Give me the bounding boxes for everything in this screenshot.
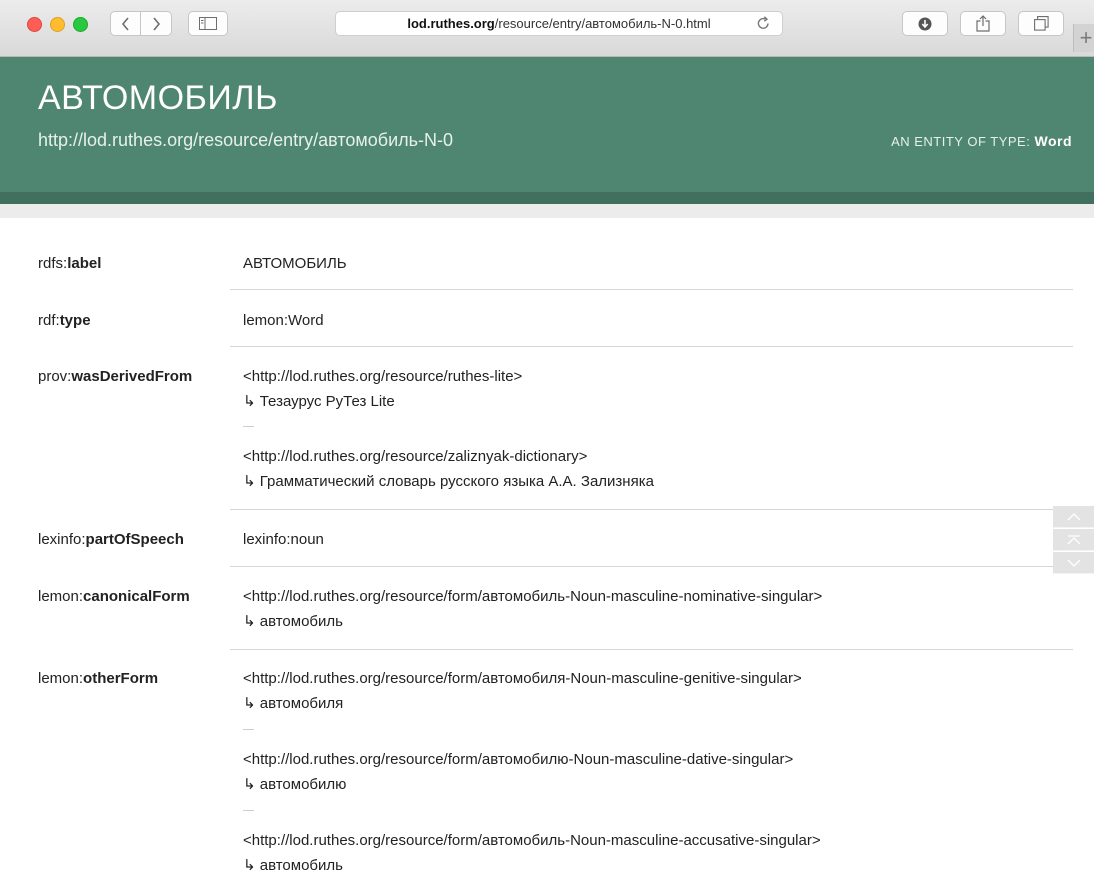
zoom-window-button[interactable] <box>73 17 88 32</box>
forward-button[interactable] <box>141 11 172 36</box>
url-host: lod.ruthes.org <box>407 16 495 31</box>
predicate-part-of-speech[interactable]: lexinfo:partOfSpeech <box>38 530 184 550</box>
scroll-top-button[interactable] <box>1053 529 1094 551</box>
value-canonical-form: <http://lod.ruthes.org/resource/form/авт… <box>243 587 1073 632</box>
value-separator <box>243 426 254 427</box>
sidebar-button[interactable] <box>188 11 228 36</box>
entity-type-prefix: AN ENTITY OF TYPE: <box>891 134 1031 149</box>
row-divider <box>230 566 1073 567</box>
address-bar[interactable]: lod.ruthes.org/resource/entry/автомобиль… <box>335 11 783 36</box>
entity-uri[interactable]: http://lod.ruthes.org/resource/entry/авт… <box>38 129 453 151</box>
tab-overview-button[interactable] <box>1018 11 1064 36</box>
value-link[interactable]: <http://lod.ruthes.org/resource/ruthes-l… <box>243 368 522 385</box>
row-divider <box>230 346 1073 347</box>
share-icon <box>976 15 990 32</box>
value-was-derived-from-1: <http://lod.ruthes.org/resource/ruthes-l… <box>243 367 1073 412</box>
value-label: ↳ автомобиля <box>243 695 344 712</box>
url-path: /resource/entry/автомобиль-N-0.html <box>494 16 711 31</box>
header-divider <box>0 192 1094 204</box>
scroll-up-button[interactable] <box>1053 506 1094 528</box>
scroll-to-top-icon <box>1067 534 1080 544</box>
value-other-form-1: <http://lod.ruthes.org/resource/form/авт… <box>243 669 1073 714</box>
chevron-right-icon <box>153 16 161 31</box>
value-link[interactable]: <http://lod.ruthes.org/resource/form/авт… <box>243 832 821 849</box>
close-window-button[interactable] <box>27 17 42 32</box>
value-other-form-2: <http://lod.ruthes.org/resource/form/авт… <box>243 750 1073 795</box>
new-tab-button[interactable]: + <box>1073 24 1094 52</box>
value-link[interactable]: <http://lod.ruthes.org/resource/form/авт… <box>243 751 793 768</box>
value-was-derived-from-2: <http://lod.ruthes.org/resource/zaliznya… <box>243 447 1073 492</box>
scroll-down-button[interactable] <box>1053 552 1094 574</box>
row-divider <box>230 509 1073 510</box>
value-label: АВТОМОБИЛЬ <box>243 255 347 272</box>
value-link[interactable]: lemon:Word <box>243 312 324 329</box>
minimize-window-button[interactable] <box>50 17 65 32</box>
value-link[interactable]: <http://lod.ruthes.org/resource/form/авт… <box>243 670 802 687</box>
entity-type: AN ENTITY OF TYPE: Word <box>891 132 1072 151</box>
download-icon <box>918 17 932 30</box>
chevron-up-icon <box>1067 512 1080 520</box>
value-label: ↳ автомобилю <box>243 776 347 793</box>
value-type: lemon:Word <box>243 311 1073 331</box>
value-link[interactable]: <http://lod.ruthes.org/resource/zaliznya… <box>243 448 587 465</box>
value-link[interactable]: <http://lod.ruthes.org/resource/form/авт… <box>243 588 822 605</box>
predicate-canonical-form[interactable]: lemon:canonicalForm <box>38 587 190 607</box>
value-part-of-speech: lexinfo:noun <box>243 530 1073 550</box>
entity-type-value[interactable]: Word <box>1034 133 1072 149</box>
value-link[interactable]: lexinfo:noun <box>243 531 324 548</box>
value-label: ↳ автомобиль <box>243 857 343 874</box>
back-button[interactable] <box>110 11 141 36</box>
row-divider <box>230 649 1073 650</box>
value-label: ↳ Грамматический словарь русского языка … <box>243 473 654 490</box>
header-gap <box>0 204 1094 218</box>
predicate-was-derived-from[interactable]: prov:wasDerivedFrom <box>38 367 192 387</box>
value-separator <box>243 810 254 811</box>
share-button[interactable] <box>960 11 1006 36</box>
row-divider <box>230 289 1073 290</box>
page-title: АВТОМОБИЛЬ <box>38 79 278 117</box>
predicate-type[interactable]: rdf:type <box>38 311 91 331</box>
chevron-down-icon <box>1067 559 1080 567</box>
reload-icon[interactable] <box>756 16 771 31</box>
tabs-overview-icon <box>1033 16 1049 31</box>
sidebar-icon <box>199 17 217 30</box>
value-other-form-3: <http://lod.ruthes.org/resource/form/авт… <box>243 831 1073 876</box>
browser-toolbar: lod.ruthes.org/resource/entry/автомобиль… <box>0 0 1094 57</box>
downloads-button[interactable] <box>902 11 948 36</box>
value-separator <box>243 729 254 730</box>
predicate-label[interactable]: rdfs:label <box>38 254 101 274</box>
chevron-left-icon <box>121 16 129 31</box>
value-label: ↳ Тезаурус РуТез Lite <box>243 393 395 410</box>
value-label: ↳ автомобиль <box>243 613 343 630</box>
predicate-other-form[interactable]: lemon:otherForm <box>38 669 158 689</box>
